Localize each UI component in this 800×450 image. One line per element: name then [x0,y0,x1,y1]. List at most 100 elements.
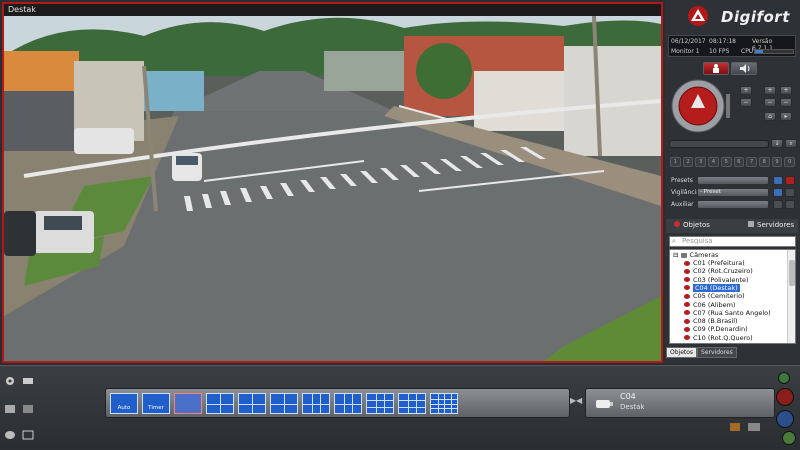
layout-button[interactable] [398,393,426,414]
camera-tree-item[interactable]: C05 (Cemiterio) [684,292,745,300]
camera-tree-item[interactable]: C03 (Polivalente) [684,276,749,284]
camera-tree-item[interactable]: C06 (Alibem) [684,301,735,309]
selected-camera-description: Destak [620,403,645,411]
ptz-joystick[interactable] [670,78,730,134]
preset-number-button[interactable]: 9 [771,157,783,167]
digifort-logo: Digifort [685,5,797,27]
vigilancia-play-button[interactable] [773,188,783,197]
layout-button[interactable] [206,393,234,414]
auxiliar-row: Auxiliar [669,200,797,210]
camera-tree-item[interactable]: C07 (Rua Santo Angelo) [684,309,771,317]
camera-tree-item[interactable]: C02 (Rot.Cruzeiro) [684,267,753,275]
video-viewport[interactable]: Destak [2,2,663,363]
video-mode-tab[interactable] [703,62,729,75]
objects-search-input[interactable]: ⌕ Pesquisa [669,236,796,247]
layout-button[interactable]: Timer [142,393,170,414]
layout-grid-line [431,408,457,410]
selected-camera-name: C04 [620,392,636,401]
layout-button[interactable] [270,393,298,414]
zoom-in-button[interactable]: + [740,86,752,95]
vigilancia-label: Vigilância [671,189,700,196]
preset-number-button[interactable]: 6 [733,157,745,167]
ptz-controls: + − + + − − ⌂ ▸ [668,78,796,134]
auxiliar-select[interactable] [697,200,769,209]
layout-button[interactable]: Auto [110,393,138,414]
bottom-tab-servers[interactable]: Servidores [697,347,737,358]
download-icon[interactable]: ↓ [771,139,783,148]
home-button[interactable]: ⌂ [764,112,776,121]
fullscreen-icon[interactable] [22,430,34,440]
layout-grid-line [399,400,425,402]
iris-in-button[interactable]: + [780,86,792,95]
globe-button[interactable] [776,410,794,428]
camera-tree-item[interactable]: C10 (Rot.Q.Quero) [684,334,753,342]
cpu-meter [754,49,794,54]
camera-tree-label: C06 (Alibem) [693,300,736,309]
layout-button[interactable] [366,393,394,414]
vigilancia-stop-button[interactable] [785,188,795,197]
camera-prev-icon[interactable]: ◀ [576,396,582,405]
layout-button-caption: Timer [148,405,164,411]
preset-number-button[interactable]: 2 [682,157,694,167]
audio-mode-tab[interactable] [731,62,757,75]
search-small-icon[interactable]: ⌕ [785,139,797,148]
bottom-tab-objects[interactable]: Objetos [666,347,698,358]
auxiliar-on-button[interactable] [773,200,783,209]
settings-icon[interactable] [4,376,16,386]
refresh-button[interactable] [782,431,796,445]
zoom-out-button[interactable]: − [740,98,752,107]
presets-select[interactable] [697,176,769,185]
playback-icon[interactable] [22,404,34,414]
camera-status-icon [684,260,690,266]
disk-icon[interactable] [4,430,16,440]
tree-root[interactable]: ⊟ Câmeras [673,251,718,259]
focus-in-button[interactable]: + [764,86,776,95]
layout-button[interactable] [334,393,362,414]
camera-tree-item[interactable]: C01 (Prefeitura) [684,259,745,267]
power-icon[interactable] [778,372,790,384]
tree-scrollbar-thumb[interactable] [789,260,795,286]
camera-tools-icon[interactable] [22,376,34,386]
record-icon[interactable] [4,404,16,414]
camera-status-icon [684,335,690,341]
layout-grid-line [335,403,361,405]
camera-status-icon [684,293,690,299]
layout-grid-line [375,394,377,413]
status-time: 08:17:18 [709,38,736,45]
vigilancia-select[interactable]: - Preset [697,188,769,197]
tab-servers[interactable]: Servidores [748,221,794,229]
camera-tree: ⊟ Câmeras C01 (Prefeitura) C02 (Rot.Cruze… [669,249,796,344]
alarm-button[interactable] [776,388,794,406]
preset-number-button[interactable]: 0 [784,157,796,167]
camera-tree-item[interactable]: C04 (Destak) [684,283,740,292]
layout-button[interactable] [238,393,266,414]
print-icon[interactable] [748,423,760,431]
status-fps: 10 FPS [709,48,730,55]
auxiliar-label: Auxiliar [671,201,694,208]
tab-objects[interactable]: Objetos [674,221,710,229]
presets-go-button[interactable] [773,176,783,185]
camera-icon [596,400,613,408]
preset-number-button[interactable]: 3 [695,157,707,167]
camera-tree-item[interactable]: C08 (B.Brasil) [684,317,738,325]
preset-number-button[interactable]: 7 [746,157,757,167]
preset-number-button[interactable]: 8 [758,157,770,167]
ptz-menu-button[interactable]: ▸ [780,112,792,121]
layout-button[interactable] [302,393,330,414]
preset-number-button[interactable]: 4 [708,157,719,167]
ptz-speed-slider[interactable] [669,140,769,148]
snapshot-icon[interactable] [730,423,740,431]
camera-tree-item[interactable]: C09 (P.Denardin) [684,325,748,333]
cameras-folder-icon [680,252,687,258]
presets-save-button[interactable] [785,176,795,185]
preset-number-button[interactable]: 5 [720,157,732,167]
tree-scrollbar[interactable] [787,250,795,343]
focus-out-button[interactable]: − [764,98,776,107]
auxiliar-off-button[interactable] [785,200,795,209]
logo-icon [688,6,708,26]
iris-out-button[interactable]: − [780,98,792,107]
preset-number-button[interactable]: 1 [670,157,681,167]
camera-image [4,16,661,361]
layout-button[interactable] [430,393,458,414]
layout-button[interactable] [174,393,202,414]
